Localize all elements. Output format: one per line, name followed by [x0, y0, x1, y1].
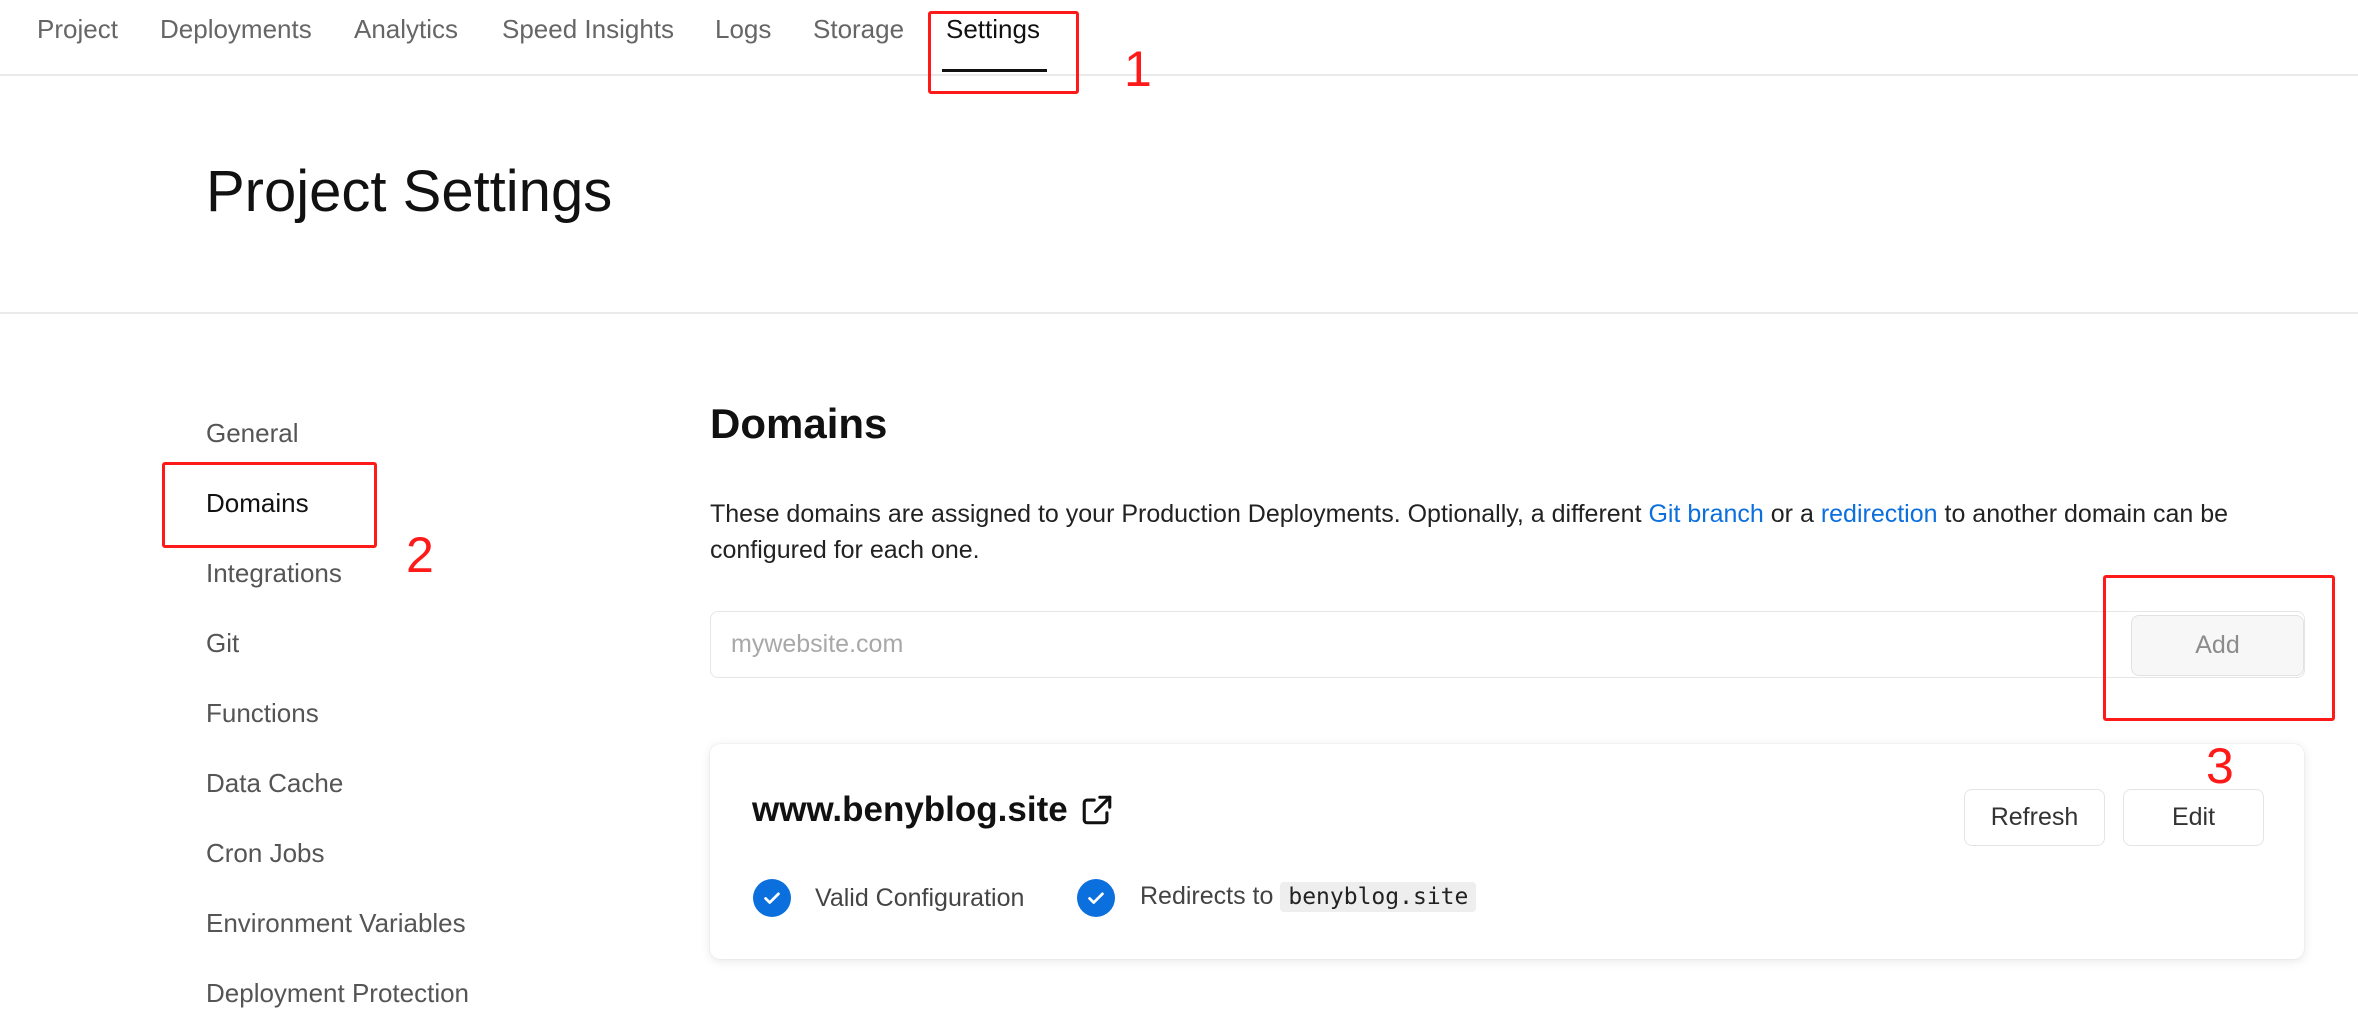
tab-storage[interactable]: Storage: [813, 14, 904, 45]
sidebar-item-data-cache[interactable]: Data Cache: [206, 768, 343, 799]
refresh-button[interactable]: Refresh: [1964, 789, 2105, 846]
tab-analytics[interactable]: Analytics: [354, 14, 458, 45]
external-link-icon[interactable]: [1080, 793, 1114, 827]
annotation-number-2: 2: [406, 527, 434, 583]
sidebar-item-environment-variables[interactable]: Environment Variables: [206, 908, 466, 939]
domain-card: www.benyblog.site Refresh Edit Valid Con…: [710, 744, 2304, 959]
domain-name-row: www.benyblog.site: [752, 790, 1114, 830]
annotation-box-settings: [928, 11, 1079, 94]
redirection-link[interactable]: redirection: [1821, 500, 1938, 528]
domains-description: These domains are assigned to your Produ…: [710, 496, 2320, 568]
check-circle-icon: [1077, 879, 1115, 917]
redirect-status: Redirects to benyblog.site: [1140, 882, 1477, 912]
tab-deployments[interactable]: Deployments: [160, 14, 312, 45]
redirect-target: benyblog.site: [1280, 882, 1477, 912]
domains-section-title: Domains: [710, 400, 888, 447]
check-circle-icon: [753, 879, 791, 917]
description-text: or a: [1763, 500, 1821, 528]
sidebar-item-cron-jobs[interactable]: Cron Jobs: [206, 838, 325, 869]
top-navigation: Project Deployments Analytics Speed Insi…: [0, 0, 2358, 76]
domain-name[interactable]: www.benyblog.site: [752, 790, 1068, 830]
description-text: These domains are assigned to your Produ…: [710, 500, 1649, 528]
domain-input[interactable]: [710, 611, 2305, 678]
sidebar-item-functions[interactable]: Functions: [206, 698, 319, 729]
header-divider: [0, 312, 2358, 314]
tab-speed-insights[interactable]: Speed Insights: [502, 14, 674, 45]
sidebar-item-git[interactable]: Git: [206, 628, 239, 659]
sidebar-item-integrations[interactable]: Integrations: [206, 558, 342, 589]
git-branch-link[interactable]: Git branch: [1648, 500, 1763, 528]
valid-configuration-status: Valid Configuration: [815, 884, 1025, 912]
page-title: Project Settings: [206, 159, 613, 224]
redirect-prefix: Redirects to: [1140, 882, 1274, 910]
edit-button[interactable]: Edit: [2123, 789, 2264, 846]
sidebar-item-deployment-protection[interactable]: Deployment Protection: [206, 978, 469, 1009]
annotation-number-1: 1: [1124, 41, 1152, 97]
annotation-box-domains: [162, 462, 377, 548]
tab-logs[interactable]: Logs: [715, 14, 771, 45]
tab-project[interactable]: Project: [37, 14, 118, 45]
annotation-number-3: 3: [2206, 738, 2234, 794]
sidebar-item-general[interactable]: General: [206, 418, 299, 449]
annotation-box-add: [2103, 575, 2335, 721]
